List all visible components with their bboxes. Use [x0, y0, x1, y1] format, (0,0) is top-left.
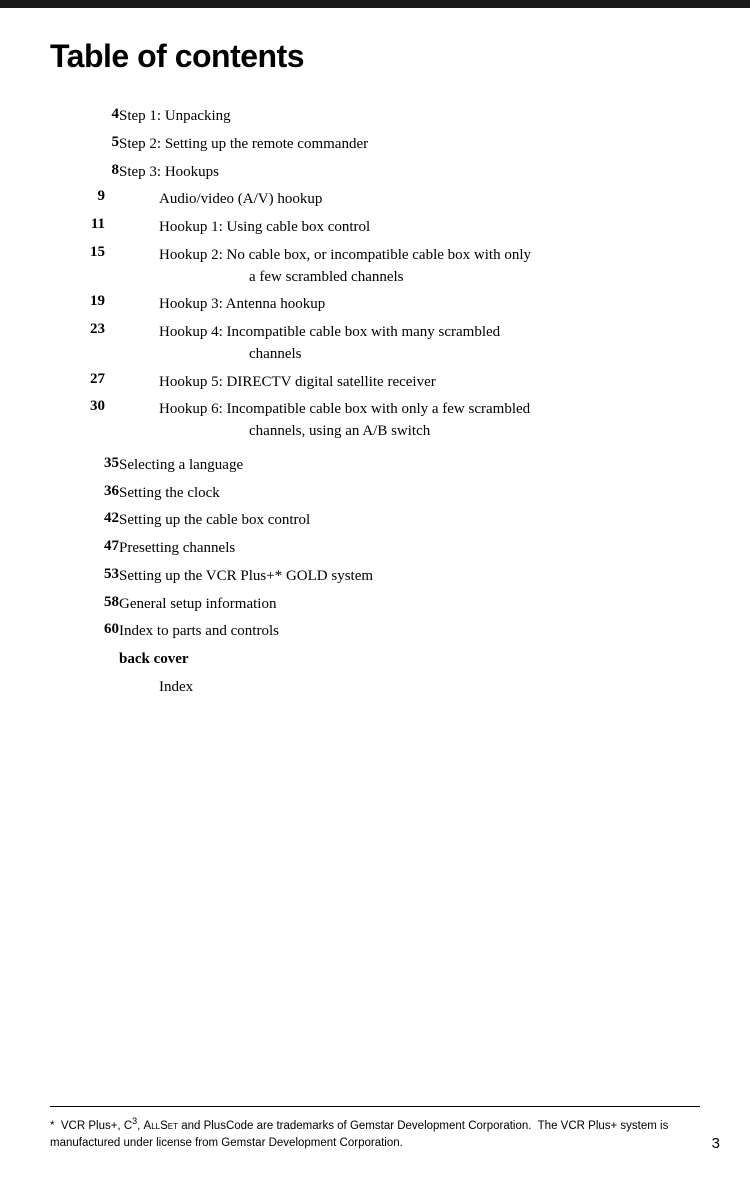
page-num-13: 42	[50, 507, 119, 535]
toc-label-10: Hookup 6: Incompatible cable box with on…	[119, 396, 700, 446]
toc-row-16: 58 General setup information	[50, 591, 700, 619]
toc-row-10: 30 Hookup 6: Incompatible cable box with…	[50, 396, 700, 446]
page-num-8: 23	[50, 319, 119, 369]
page-num-12: 36	[50, 480, 119, 508]
page-container: Table of contents 4 Step 1: Unpacking 5 …	[0, 8, 750, 782]
toc-row-12: 36 Setting the clock	[50, 480, 700, 508]
footer-text: * VCR Plus+, C3, AllSet and PlusCode are…	[50, 1115, 700, 1152]
page-num-3: 8	[50, 159, 119, 187]
page-num-16: 58	[50, 591, 119, 619]
toc-label-15: Setting up the VCR Plus+* GOLD system	[119, 563, 700, 591]
toc-row-13: 42 Setting up the cable box control	[50, 507, 700, 535]
toc-label-5: Hookup 1: Using cable box control	[119, 214, 700, 242]
toc-row-3: 8 Step 3: Hookups	[50, 159, 700, 187]
toc-label-6: Hookup 2: No cable box, or incompatible …	[119, 242, 700, 292]
toc-row-14: 47 Presetting channels	[50, 535, 700, 563]
toc-row-6: 15 Hookup 2: No cable box, or incompatib…	[50, 242, 700, 292]
page-num-5: 11	[50, 214, 119, 242]
page-num-6: 15	[50, 242, 119, 292]
toc-label-13: Setting up the cable box control	[119, 507, 700, 535]
toc-label-2: Step 2: Setting up the remote commander	[119, 131, 700, 159]
page-number: 3	[712, 1135, 720, 1152]
header-bar	[0, 0, 750, 8]
toc-table: 4 Step 1: Unpacking 5 Step 2: Setting up…	[50, 103, 700, 702]
toc-label-11: Selecting a language	[119, 452, 700, 480]
toc-row-1: 4 Step 1: Unpacking	[50, 103, 700, 131]
footer-divider	[50, 1106, 700, 1107]
toc-row-5: 11 Hookup 1: Using cable box control	[50, 214, 700, 242]
toc-label-7: Hookup 3: Antenna hookup	[119, 291, 700, 319]
toc-label-17: Index to parts and controls	[119, 618, 700, 646]
toc-label-16: General setup information	[119, 591, 700, 619]
toc-label-8: Hookup 4: Incompatible cable box with ma…	[119, 319, 700, 369]
toc-label-12: Setting the clock	[119, 480, 700, 508]
page-num-9: 27	[50, 369, 119, 397]
page-num-backcover	[50, 646, 119, 674]
toc-label-backcover: back cover	[119, 646, 700, 674]
toc-row-backcover: back cover	[50, 646, 700, 674]
page-num-17: 60	[50, 618, 119, 646]
toc-row-index: Index	[50, 674, 700, 702]
page-num-index	[50, 674, 119, 702]
toc-row-2: 5 Step 2: Setting up the remote commande…	[50, 131, 700, 159]
page-num-11: 35	[50, 452, 119, 480]
page-num-7: 19	[50, 291, 119, 319]
toc-row-9: 27 Hookup 5: DIRECTV digital satellite r…	[50, 369, 700, 397]
toc-row-17: 60 Index to parts and controls	[50, 618, 700, 646]
toc-label-3: Step 3: Hookups	[119, 159, 700, 187]
toc-label-9: Hookup 5: DIRECTV digital satellite rece…	[119, 369, 700, 397]
toc-row-7: 19 Hookup 3: Antenna hookup	[50, 291, 700, 319]
toc-label-1: Step 1: Unpacking	[119, 103, 700, 131]
toc-label-14: Presetting channels	[119, 535, 700, 563]
toc-label-index: Index	[119, 674, 700, 702]
toc-row-15: 53 Setting up the VCR Plus+* GOLD system	[50, 563, 700, 591]
toc-label-4: Audio/video (A/V) hookup	[119, 186, 700, 214]
toc-row-11: 35 Selecting a language	[50, 452, 700, 480]
page-num-10: 30	[50, 396, 119, 446]
page-title: Table of contents	[50, 38, 700, 75]
toc-row-4: 9 Audio/video (A/V) hookup	[50, 186, 700, 214]
page-num-2: 5	[50, 131, 119, 159]
page-num-1: 4	[50, 103, 119, 131]
toc-row-8: 23 Hookup 4: Incompatible cable box with…	[50, 319, 700, 369]
page-num-14: 47	[50, 535, 119, 563]
footer: * VCR Plus+, C3, AllSet and PlusCode are…	[50, 1106, 700, 1152]
page-num-15: 53	[50, 563, 119, 591]
page-num-4: 9	[50, 186, 119, 214]
